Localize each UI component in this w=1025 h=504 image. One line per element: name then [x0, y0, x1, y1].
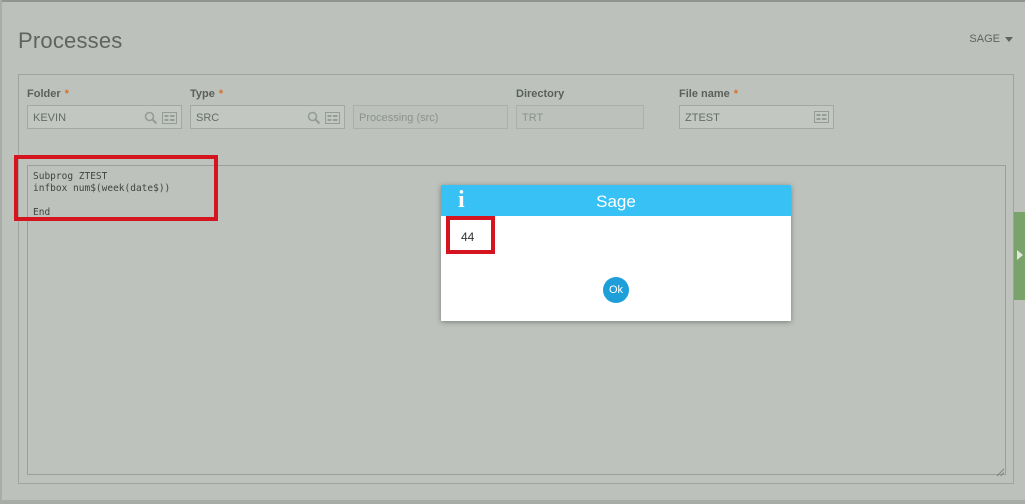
directory-label: Directory — [516, 88, 565, 100]
code-highlight-box — [14, 155, 218, 221]
directory-value: TRT — [522, 112, 544, 124]
file-name-value: ZTEST — [685, 112, 720, 124]
dialog-header: i Sage — [441, 185, 791, 216]
page-title: Processes — [18, 28, 123, 53]
file-name-label: File name * — [679, 88, 739, 100]
selection-icon[interactable] — [162, 112, 177, 124]
dialog-title: Sage — [596, 192, 636, 211]
window-top-border — [0, 0, 1025, 2]
selection-icon[interactable] — [325, 112, 340, 124]
type-field[interactable]: SRC — [190, 105, 345, 129]
folder-field[interactable]: KEVIN — [27, 105, 182, 129]
type-description-value: Processing (src) — [359, 112, 439, 124]
side-expand-tab[interactable] — [1014, 212, 1025, 300]
directory-field: TRT — [516, 105, 644, 129]
file-name-field[interactable]: ZTEST — [679, 105, 834, 129]
window-bottom-border — [0, 500, 1025, 504]
required-star: * — [218, 88, 224, 100]
type-value: SRC — [196, 112, 220, 124]
selection-icon[interactable] — [814, 111, 829, 123]
search-icon[interactable] — [144, 111, 158, 125]
type-description-field: Processing (src) — [353, 105, 508, 129]
required-star: * — [733, 88, 739, 100]
ok-button[interactable]: Ok — [603, 277, 629, 303]
folder-value: KEVIN — [33, 112, 67, 124]
expand-arrow-icon — [1017, 250, 1023, 260]
required-star: * — [64, 88, 69, 100]
user-menu-label: SAGE — [969, 33, 1000, 45]
type-label: Type * — [190, 88, 224, 100]
user-menu[interactable]: SAGE — [969, 33, 1013, 45]
search-icon[interactable] — [307, 111, 321, 125]
folder-label: Folder * — [27, 88, 69, 100]
caret-down-icon — [1005, 37, 1013, 42]
message-highlight-box — [446, 216, 495, 254]
window-left-border — [0, 0, 2, 504]
resize-grip-icon[interactable] — [996, 464, 1005, 482]
